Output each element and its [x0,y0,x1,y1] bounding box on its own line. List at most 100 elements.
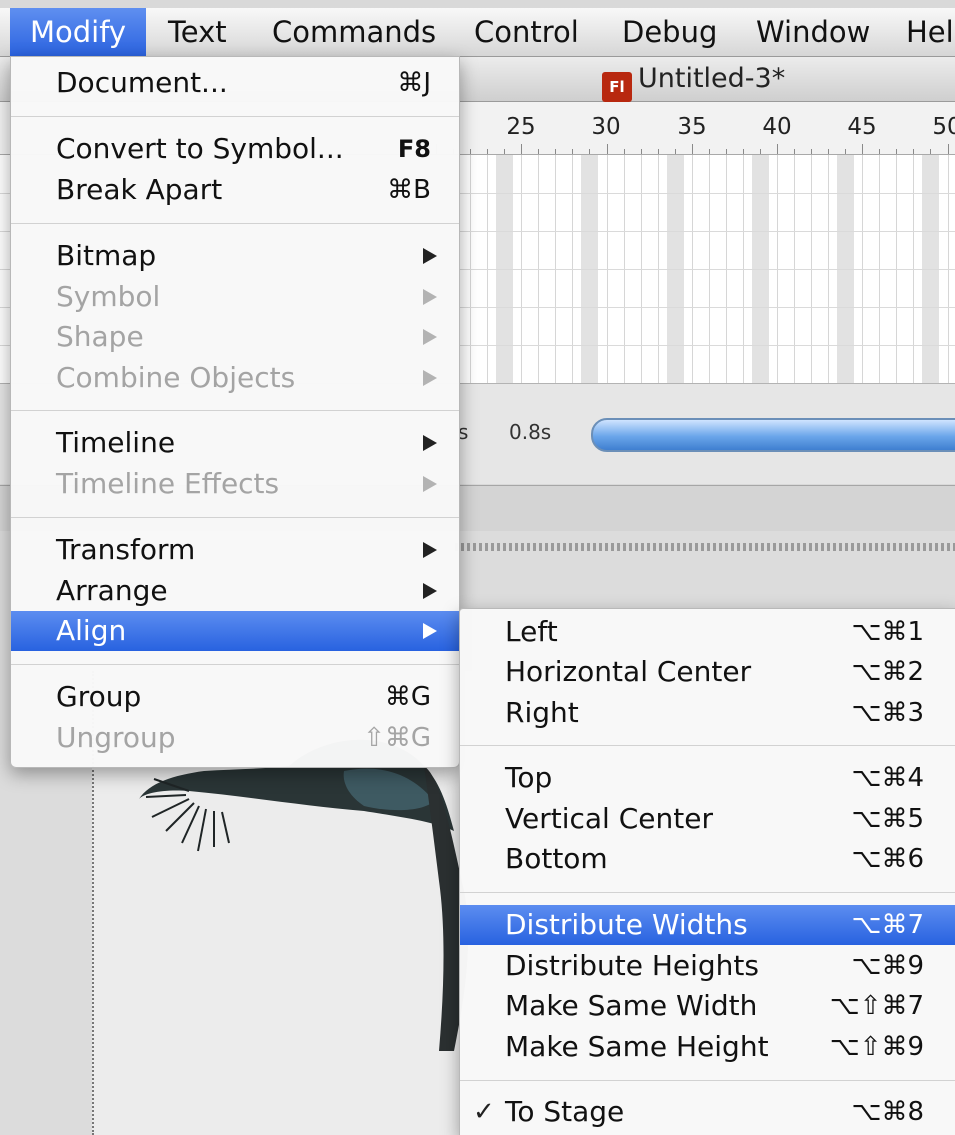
ruler-tick [896,149,898,154]
ruler-tick [930,149,932,154]
menu-item-timeline-effects[interactable]: Timeline Effects [11,464,459,504]
document-title-text: Untitled-3* [638,63,786,94]
menu-item-align-right[interactable]: Right ⌥⌘3 [460,693,955,733]
submenu-arrow-icon [423,542,437,558]
ruler-tick [657,149,659,154]
menu-item-label: Align [56,614,127,647]
ruler-label: 30 [591,114,621,140]
menu-item-align-left[interactable]: Left ⌥⌘1 [460,612,955,652]
menu-control[interactable]: Control [474,8,579,56]
menu-commands[interactable]: Commands [272,8,436,56]
menu-item-shortcut: ⌘J [397,68,431,98]
menu-item-label: Group [56,680,142,713]
ruler-tick [708,149,710,154]
menu-item-shortcut: ⌥⌘7 [851,910,924,940]
submenu-arrow-icon [423,476,437,492]
menu-item-bitmap[interactable]: Bitmap [11,236,459,276]
ruler-label: 35 [677,114,707,140]
document-title: Fl Untitled-3* [602,57,786,102]
checkmark-icon: ✓ [473,1097,495,1127]
ruler-tick [811,149,813,154]
menu-item-shortcut: ⌥⌘6 [851,844,924,874]
menu-item-distribute-heights[interactable]: Distribute Heights ⌥⌘9 [460,946,955,986]
ruler-label: 40 [762,114,792,140]
modify-menu: Document... ⌘J Convert to Symbol... F8 B… [10,56,460,768]
menu-help[interactable]: Hel [906,8,954,56]
menu-item-align[interactable]: Align [11,611,459,651]
menu-item-convert-to-symbol[interactable]: Convert to Symbol... F8 [11,129,459,169]
menu-modify[interactable]: Modify [10,8,147,56]
panel-resize-handle[interactable] [455,543,955,551]
menu-item-distribute-widths[interactable]: Distribute Widths ⌥⌘7 [460,905,955,945]
menu-item-shortcut: ⌥⌘8 [851,1097,924,1127]
menu-window[interactable]: Window [756,8,870,56]
ruler-tick [623,149,625,154]
menu-item-timeline[interactable]: Timeline [11,423,459,463]
menu-item-make-same-width[interactable]: Make Same Width ⌥⇧⌘7 [460,986,955,1026]
ruler-tick [794,149,796,154]
menu-item-ungroup[interactable]: Ungroup ⇧⌘G [11,718,459,758]
menu-item-label: Make Same Height [505,1030,769,1063]
menu-item-label: Transform [56,533,196,566]
menu-item-arrange[interactable]: Arrange [11,571,459,611]
menu-item-align-horizontal-center[interactable]: Horizontal Center ⌥⌘2 [460,652,955,692]
menu-item-symbol[interactable]: Symbol [11,277,459,317]
menu-separator [11,410,459,411]
menu-separator [460,745,955,746]
menu-item-shortcut: ⌥⌘4 [851,763,924,793]
menu-item-align-vertical-center[interactable]: Vertical Center ⌥⌘5 [460,799,955,839]
menu-text[interactable]: Text [168,8,227,56]
submenu-arrow-icon [423,248,437,264]
menu-item-label: Timeline [56,426,176,459]
menu-item-label: Bitmap [56,239,157,272]
ruler-tick [947,144,949,154]
menu-item-label: Combine Objects [56,361,296,394]
align-submenu: Left ⌥⌘1 Horizontal Center ⌥⌘2 Right ⌥⌘3… [459,608,955,1135]
ruler-tick [470,149,472,154]
menu-item-shortcut: ⌥⌘1 [851,617,924,647]
menu-item-to-stage[interactable]: ✓ To Stage ⌥⌘8 [460,1092,955,1132]
ruler-tick [572,149,574,154]
menu-item-label: Horizontal Center [505,655,752,688]
ruler-tick [862,144,864,154]
ruler-tick [691,144,693,154]
menu-separator [460,1080,955,1081]
menu-item-transform[interactable]: Transform [11,530,459,570]
menu-item-shortcut: ⌥⌘5 [851,804,924,834]
ruler-tick [504,149,506,154]
menu-debug[interactable]: Debug [622,8,717,56]
menu-item-label: Vertical Center [505,802,713,835]
menu-item-label: Shape [56,320,144,353]
elapsed-time: 0.8s [509,420,552,444]
ruler-tick [845,149,847,154]
menu-item-label: Timeline Effects [56,467,280,500]
ruler-label: 45 [847,114,877,140]
menu-item-combine-objects[interactable]: Combine Objects [11,358,459,398]
timeline-scrollbar[interactable] [591,418,955,452]
menu-item-document[interactable]: Document... ⌘J [11,63,459,103]
menu-item-shortcut: ⌘B [387,175,431,205]
menu-separator [11,517,459,518]
menu-item-align-top[interactable]: Top ⌥⌘4 [460,758,955,798]
menu-item-label: Symbol [56,280,161,313]
menu-item-label: Distribute Widths [505,908,748,941]
menu-item-break-apart[interactable]: Break Apart ⌘B [11,170,459,210]
submenu-arrow-icon [423,623,437,639]
menu-item-shortcut: ⌥⌘9 [851,951,924,981]
submenu-arrow-icon [423,289,437,305]
menu-item-make-same-height[interactable]: Make Same Height ⌥⇧⌘9 [460,1027,955,1067]
menu-item-shortcut: F8 [397,135,431,163]
menu-item-label: Break Apart [56,173,223,206]
submenu-arrow-icon [423,329,437,345]
menu-separator [11,664,459,665]
ruler-tick [674,149,676,154]
menu-item-group[interactable]: Group ⌘G [11,677,459,717]
flash-document-icon: Fl [602,72,632,102]
menu-item-shortcut: ⌥⌘3 [851,698,924,728]
menu-item-align-bottom[interactable]: Bottom ⌥⌘6 [460,839,955,879]
ruler-tick [725,149,727,154]
menu-item-shape[interactable]: Shape [11,317,459,357]
menu-item-shortcut: ⌘G [384,682,431,712]
menu-item-shortcut: ⌥⇧⌘9 [829,1032,924,1062]
menu-item-shortcut: ⇧⌘G [363,723,431,753]
